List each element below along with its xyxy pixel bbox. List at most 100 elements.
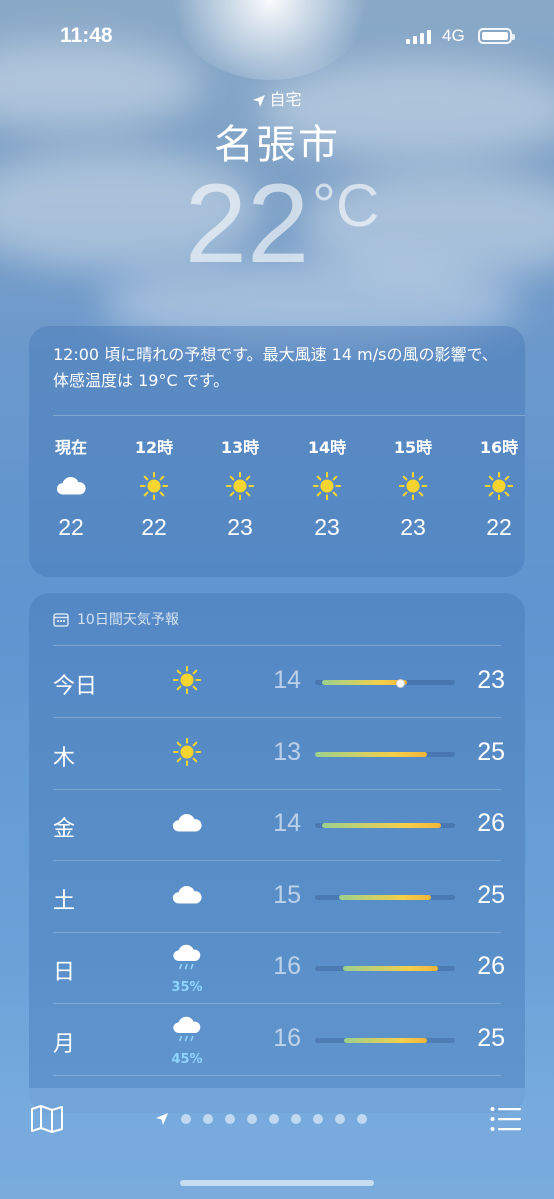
network-type: 4G [442,26,465,45]
temperature-range-fill [315,751,427,757]
page-dot[interactable] [357,1114,367,1124]
map-icon [31,1105,63,1133]
high-temperature: 25 [477,880,505,909]
status-time: 11:48 [60,24,113,47]
bottom-toolbar [0,1088,554,1199]
hour-item: 15時 23 [378,434,448,541]
page-dot[interactable] [203,1114,213,1124]
hour-item: 13時 23 [205,434,275,541]
sun-icon [165,658,209,702]
map-button[interactable] [30,1104,64,1138]
location-label-text: 自宅 [269,90,302,109]
temperature-range-fill [344,1037,427,1043]
location-page-icon[interactable] [155,1112,169,1126]
high-temperature: 25 [477,1023,505,1052]
day-label: 金 [53,817,76,842]
battery-icon [478,28,515,44]
cloud-icon [36,468,106,504]
signal-icon [406,30,431,44]
low-temperature: 14 [273,809,301,837]
hour-label: 現在 [54,438,87,457]
low-temperature: 15 [273,880,301,909]
temperature-range-bar [315,679,455,688]
hour-temperature: 22 [141,514,167,540]
hour-item: 現在 22 [36,434,106,541]
low-temperature: 16 [273,1023,301,1052]
current-temp-marker [396,679,405,688]
page-dot[interactable] [181,1114,191,1124]
hourly-list[interactable]: 現在 22 12時 22 13時 23 14時 23 15時 23 16時 22 [29,434,525,564]
high-temperature: 26 [477,952,505,980]
day-label: 土 [53,888,76,914]
sun-icon [292,468,362,504]
cloud-icon [165,801,209,845]
day-label: 日 [53,960,76,985]
hour-item: 14時 23 [292,434,362,541]
location-label: 自宅 [0,86,554,110]
page-dot[interactable] [291,1114,301,1124]
forecast-summary: 12:00 頃に晴れの予想です。最大風速 14 m/sの風の影響で、体感温度は … [53,345,498,390]
page-dot[interactable] [313,1114,323,1124]
high-temperature: 26 [477,809,505,837]
page-dot[interactable] [225,1114,235,1124]
day-row[interactable]: 木 13 25 [29,718,525,789]
hour-temperature: 23 [400,514,426,540]
hourly-forecast-card[interactable]: 12:00 頃に晴れの予想です。最大風速 14 m/sの風の影響で、体感温度は … [29,326,525,577]
temperature-unit: °C [311,172,380,239]
sun-icon [378,468,448,504]
precipitation-chance: 45% [171,1051,203,1067]
temperature-range-fill [343,966,439,971]
temperature-range-bar [315,823,455,828]
hour-temperature: 22 [58,514,84,540]
city-list-button[interactable] [490,1106,522,1136]
hour-label: 15時 [393,438,433,457]
location-arrow-icon [253,95,266,107]
temperature-value: 22 [184,161,310,286]
hour-label: 13時 [220,438,260,457]
hour-item: 12時 22 [119,434,189,541]
day-row[interactable]: 日 35% 16 26 [29,932,525,1003]
high-temperature: 25 [477,737,505,766]
temperature-range-fill [322,680,408,685]
day-label: 今日 [53,674,98,699]
page-dot[interactable] [335,1114,345,1124]
row-divider [53,1074,501,1076]
hour-temperature: 23 [314,514,340,540]
low-temperature: 13 [273,737,301,766]
page-dot[interactable] [269,1114,279,1124]
daily-header: 10日間天気予報 [53,609,179,629]
day-row[interactable]: 月 45% 16 25 [29,1004,525,1075]
card-divider [53,415,525,416]
temperature-range-bar [315,966,455,971]
low-temperature: 16 [273,952,301,980]
day-row[interactable]: 土 15 25 [29,861,525,932]
hour-item: 16時 22 [464,434,534,541]
day-label: 月 [53,1031,76,1057]
sun-icon [165,730,209,774]
calendar-icon [53,612,69,627]
low-temperature: 14 [273,666,301,694]
hour-temperature: 23 [227,514,253,540]
temperature-range-bar [315,751,455,757]
cloud-icon [165,873,209,917]
sun-icon [464,468,534,504]
precipitation-chance: 35% [171,980,203,995]
temperature-range-bar [315,894,455,900]
daily-forecast-card[interactable]: 10日間天気予報 今日 14 23 木 13 25 金 14 26 土 15 2… [29,593,525,1113]
hour-label: 14時 [307,438,347,457]
current-temperature: 22 °C [0,168,554,280]
day-row[interactable]: 金 14 26 [29,789,525,860]
home-indicator[interactable] [180,1180,374,1186]
page-indicator[interactable] [155,1112,367,1126]
day-label: 木 [53,745,76,771]
sun-icon [205,468,275,504]
rain-icon [165,1010,209,1054]
rain-icon [165,938,209,982]
page-dot[interactable] [247,1114,257,1124]
status-bar: 11:48 4G [0,24,554,54]
daily-header-label: 10日間天気予報 [77,612,179,628]
high-temperature: 23 [477,666,505,694]
temperature-range-bar [315,1037,455,1043]
day-row[interactable]: 今日 14 23 [29,646,525,717]
list-icon [490,1107,521,1131]
